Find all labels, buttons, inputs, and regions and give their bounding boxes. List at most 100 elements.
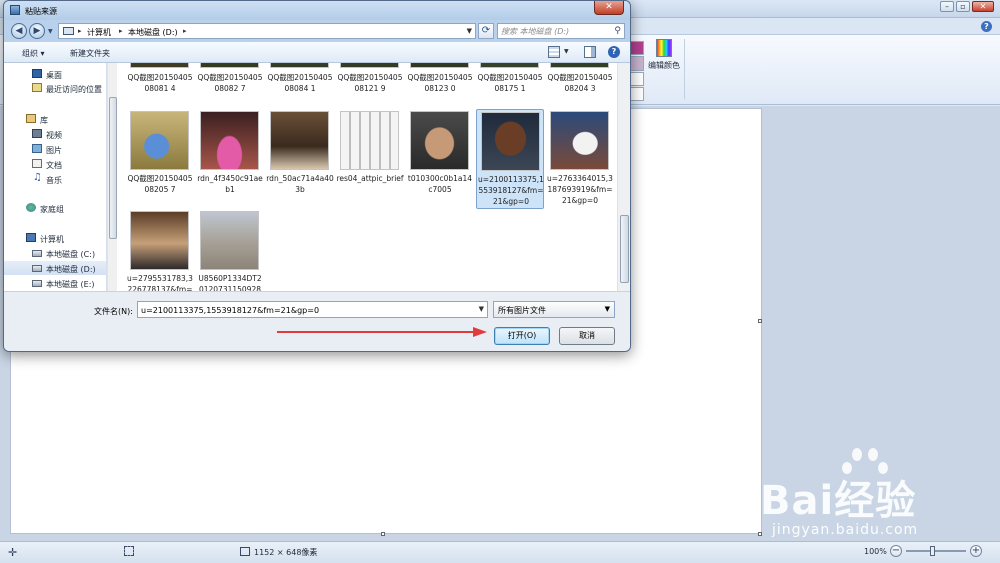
nav-item-drive-d[interactable]: 本地磁盘 (D:): [4, 261, 106, 275]
file-item[interactable]: U8560P1334DT20120731150928: [196, 209, 264, 291]
nav-item-drive-c[interactable]: 本地磁盘 (C:): [4, 246, 106, 260]
breadcrumb-computer[interactable]: 计算机: [87, 27, 111, 38]
file-item[interactable]: u=2763364015,3187693919&fm=21&gp=0: [546, 109, 614, 209]
help-icon[interactable]: ?: [981, 21, 992, 32]
resize-handle-bottom[interactable]: [381, 532, 385, 536]
video-icon: [32, 129, 42, 138]
nav-item-library[interactable]: 库: [4, 112, 106, 126]
color-swatch[interactable]: [630, 41, 644, 56]
homegroup-icon: [26, 203, 36, 212]
file-list: QQ截图2015040508081 4 QQ截图2015040508082 7 …: [122, 63, 617, 291]
file-thumbnail: [410, 111, 469, 170]
open-button[interactable]: 打开(O): [494, 327, 550, 345]
music-icon: ♫: [33, 172, 42, 183]
computer-icon: [26, 233, 36, 242]
color-swatch[interactable]: [630, 56, 644, 71]
dialog-help-icon[interactable]: ?: [608, 46, 620, 58]
dialog-close-button[interactable]: ✕: [594, 1, 624, 15]
nav-scroll-thumb[interactable]: [109, 97, 117, 239]
cancel-button[interactable]: 取消: [559, 327, 615, 345]
edit-colors-button[interactable]: 编辑颜色: [646, 39, 682, 79]
file-thumbnail: [200, 63, 259, 68]
view-dropdown-icon[interactable]: ▼: [564, 48, 569, 55]
file-item[interactable]: rdn_4f3450c91aeb1: [196, 109, 264, 209]
nav-item-desktop[interactable]: 桌面: [4, 67, 106, 81]
nav-item-recent-places[interactable]: 最近访问的位置: [4, 81, 106, 95]
file-thumbnail: [340, 63, 399, 68]
nav-item-computer[interactable]: 计算机: [4, 231, 106, 245]
filename-combobox[interactable]: ▼: [137, 301, 488, 318]
drive-icon: [32, 265, 42, 272]
file-item[interactable]: QQ截图2015040508205 7: [126, 109, 194, 209]
forward-button[interactable]: ▶: [29, 23, 45, 39]
filename-input[interactable]: [141, 305, 471, 316]
file-item[interactable]: t010300c0b1a14c7005: [406, 109, 474, 209]
new-folder-button[interactable]: 新建文件夹: [70, 48, 110, 59]
color-palette: [630, 41, 644, 101]
zoom-out-button[interactable]: −: [890, 545, 902, 557]
drive-icon: [32, 250, 42, 257]
zoom-in-button[interactable]: +: [970, 545, 982, 557]
breadcrumb-arrow-icon[interactable]: ▸: [119, 27, 123, 35]
file-thumbnail: [200, 111, 259, 170]
preview-pane-icon[interactable]: [584, 46, 596, 58]
ribbon-separator: [684, 39, 685, 99]
file-item[interactable]: u=2795531783,3226778137&fm=21&gp=0: [126, 209, 194, 291]
color-swatch[interactable]: [630, 86, 644, 101]
close-button[interactable]: ✕: [972, 1, 994, 12]
zoom-slider[interactable]: [906, 550, 966, 552]
history-dropdown-icon[interactable]: ▼: [48, 28, 53, 35]
dialog-footer: 文件名(N): ▼ 所有图片文件 ▼ 打开(O) 取消: [4, 291, 630, 351]
breadcrumb-drive-d[interactable]: 本地磁盘 (D:): [128, 27, 178, 38]
color-swatch[interactable]: [630, 71, 644, 86]
file-thumbnail: [550, 111, 609, 170]
status-bar: ✛ 1152 × 648像素 100% − +: [0, 541, 1000, 563]
breadcrumb-arrow-icon[interactable]: ▸: [78, 27, 82, 35]
recent-places-icon: [32, 83, 42, 92]
file-thumbnail: [200, 211, 259, 270]
organize-menu[interactable]: 组织 ▾: [22, 48, 45, 59]
file-type-select[interactable]: 所有图片文件 ▼: [493, 301, 615, 318]
back-button[interactable]: ◀: [11, 23, 27, 39]
file-list-scrollbar[interactable]: [617, 63, 630, 291]
address-dropdown-icon[interactable]: ▼: [467, 27, 472, 35]
search-box[interactable]: ⚲: [497, 23, 625, 39]
edit-colors-icon: [656, 39, 672, 57]
edit-colors-label: 编辑颜色: [648, 61, 680, 70]
nav-pane-scrollbar[interactable]: [107, 63, 117, 291]
nav-item-music[interactable]: ♫ 音乐: [4, 172, 106, 186]
file-item[interactable]: rdn_50ac71a4a403b: [266, 109, 334, 209]
cursor-position-icon: ✛: [8, 546, 18, 559]
file-thumbnail: [130, 111, 189, 170]
file-item[interactable]: res04_attpic_brief: [336, 109, 404, 209]
address-bar[interactable]: ▸ 计算机 ▸ 本地磁盘 (D:) ▸ ▼: [58, 23, 476, 39]
nav-item-documents[interactable]: 文档: [4, 157, 106, 171]
change-view-icon[interactable]: [548, 46, 560, 58]
minimize-button[interactable]: –: [940, 1, 954, 12]
dialog-toolbar: 组织 ▾ 新建文件夹 ▼ ?: [4, 42, 630, 63]
filename-dropdown-icon[interactable]: ▼: [479, 305, 484, 313]
file-thumbnail: [130, 63, 189, 68]
nav-item-drive-e[interactable]: 本地磁盘 (E:): [4, 276, 106, 290]
refresh-button[interactable]: ⟳: [478, 23, 494, 39]
watermark-url: jingyan.baidu.com: [772, 522, 919, 538]
file-thumbnail: [130, 211, 189, 270]
desktop-icon: [32, 69, 42, 78]
maximize-button[interactable]: ▫: [956, 1, 970, 12]
search-icon: ⚲: [614, 26, 621, 36]
zoom-slider-thumb[interactable]: [930, 546, 935, 556]
nav-item-video[interactable]: 视频: [4, 127, 106, 141]
file-thumbnail: [270, 63, 329, 68]
documents-icon: [32, 159, 42, 168]
file-thumbnail: [410, 63, 469, 68]
image-size-text: 1152 × 648像素: [254, 548, 318, 557]
resize-handle-right[interactable]: [758, 319, 762, 323]
navigation-pane: 桌面 最近访问的位置 库 视频 图片 文档 ♫ 音乐 家庭组 计算机 本地磁盘 …: [4, 63, 107, 291]
breadcrumb-arrow-icon[interactable]: ▸: [183, 27, 187, 35]
file-scroll-thumb[interactable]: [620, 215, 629, 283]
nav-item-pictures[interactable]: 图片: [4, 142, 106, 156]
file-type-dropdown-icon[interactable]: ▼: [605, 305, 610, 313]
search-input[interactable]: [501, 26, 609, 37]
file-item-selected[interactable]: u=2100113375,1553918127&fm=21&gp=0: [476, 109, 544, 209]
nav-item-homegroup[interactable]: 家庭组: [4, 201, 106, 215]
